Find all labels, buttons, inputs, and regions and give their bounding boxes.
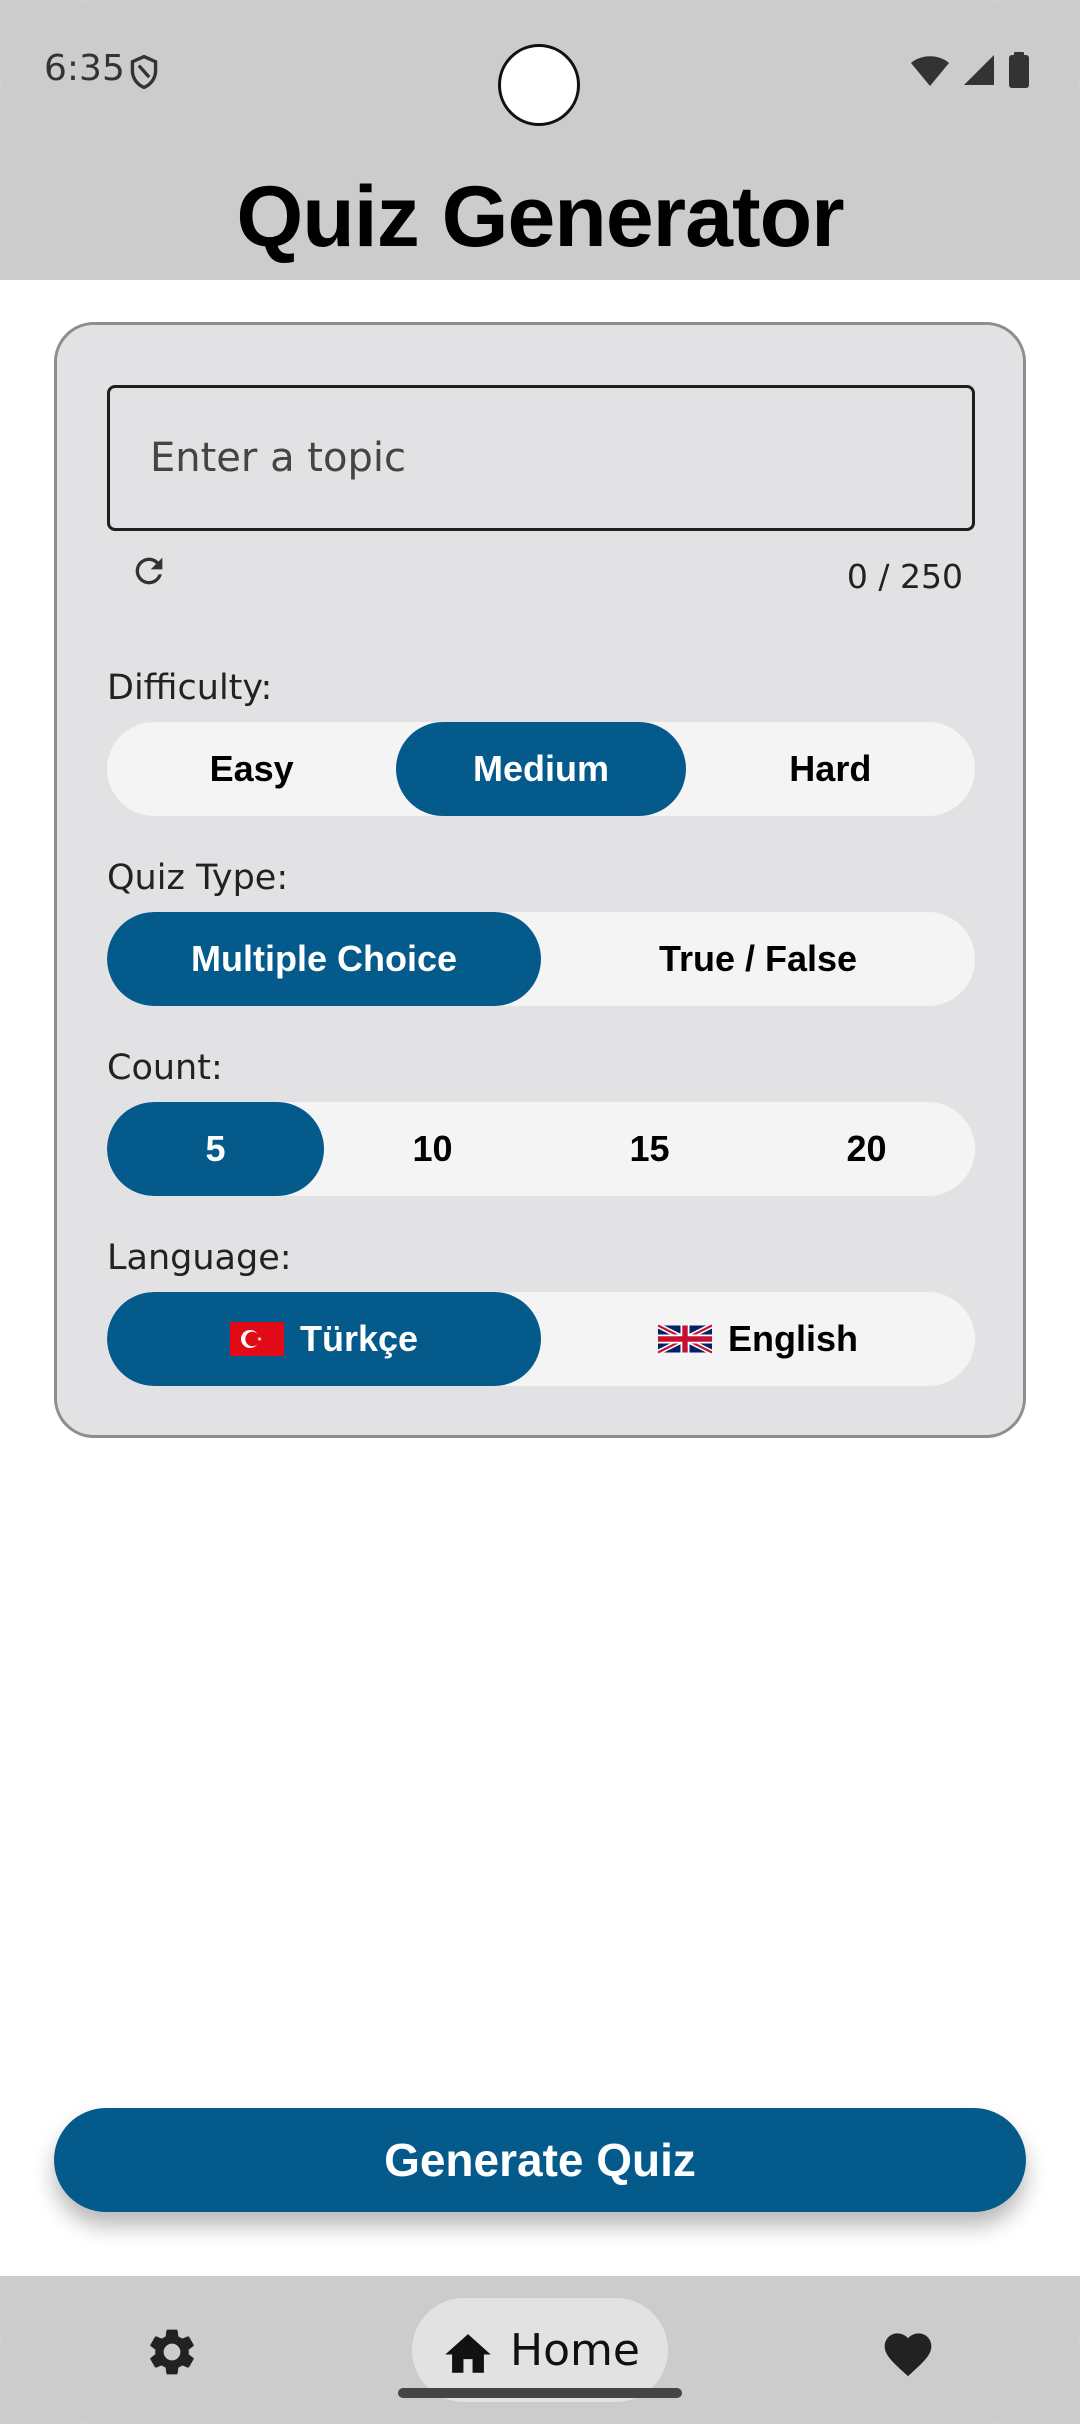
nav-home-tab[interactable]: Home bbox=[412, 2298, 668, 2402]
battery-icon bbox=[1009, 52, 1029, 88]
signal-icon bbox=[964, 55, 994, 85]
language-turkish-option[interactable]: Türkçe bbox=[107, 1292, 541, 1386]
status-time: 6:35 bbox=[44, 48, 125, 89]
language-english-label: English bbox=[727, 1318, 858, 1359]
difficulty-selector: Easy Medium Hard bbox=[107, 722, 975, 816]
quiz-type-multiple-choice-option[interactable]: Multiple Choice bbox=[107, 912, 541, 1006]
difficulty-hard-option[interactable]: Hard bbox=[686, 722, 975, 816]
topic-input[interactable] bbox=[107, 385, 975, 531]
camera-cutout bbox=[498, 44, 580, 126]
count-20-option[interactable]: 20 bbox=[758, 1102, 975, 1196]
generate-quiz-button[interactable]: Generate Quiz bbox=[54, 2108, 1026, 2212]
count-selector: 5 10 15 20 bbox=[107, 1102, 975, 1196]
difficulty-medium-option[interactable]: Medium bbox=[396, 722, 686, 816]
bottom-navigation: Home bbox=[0, 2276, 1080, 2424]
page-title: Quiz Generator bbox=[236, 169, 844, 265]
difficulty-easy-option[interactable]: Easy bbox=[107, 722, 396, 816]
quiz-type-true-false-option[interactable]: True / False bbox=[541, 912, 975, 1006]
quiz-type-selector: Multiple Choice True / False bbox=[107, 912, 975, 1006]
wifi-icon bbox=[911, 56, 949, 86]
char-counter: 0 / 250 bbox=[846, 557, 963, 596]
uk-flag-icon bbox=[657, 1323, 712, 1355]
language-turkish-label: Türkçe bbox=[299, 1318, 419, 1359]
count-10-option[interactable]: 10 bbox=[324, 1102, 541, 1196]
status-icons bbox=[910, 52, 1030, 88]
home-icon bbox=[445, 2334, 491, 2373]
language-selector: Türkçe English bbox=[107, 1292, 975, 1386]
count-label: Count: bbox=[107, 1048, 223, 1088]
gear-icon[interactable] bbox=[144, 2324, 200, 2380]
count-15-option[interactable]: 15 bbox=[541, 1102, 758, 1196]
quiz-settings-card: 0 / 250 Difficulty: Easy Medium Hard Qui… bbox=[54, 322, 1026, 1438]
shield-icon bbox=[130, 54, 158, 90]
quiz-type-label: Quiz Type: bbox=[107, 858, 289, 898]
difficulty-label: Difficulty: bbox=[107, 668, 273, 708]
nav-home-label: Home bbox=[510, 2324, 640, 2376]
language-english-option[interactable]: English bbox=[541, 1292, 975, 1386]
language-label: Language: bbox=[107, 1238, 292, 1278]
app-screen: 6:35 Quiz Generator 0 / 250 Dif bbox=[0, 0, 1080, 2424]
app-header: 6:35 Quiz Generator bbox=[0, 0, 1080, 280]
turkey-flag-icon bbox=[229, 1322, 284, 1356]
refresh-icon[interactable] bbox=[129, 551, 169, 591]
heart-icon[interactable] bbox=[880, 2326, 936, 2378]
count-5-option[interactable]: 5 bbox=[107, 1102, 324, 1196]
gesture-handle bbox=[398, 2388, 682, 2398]
